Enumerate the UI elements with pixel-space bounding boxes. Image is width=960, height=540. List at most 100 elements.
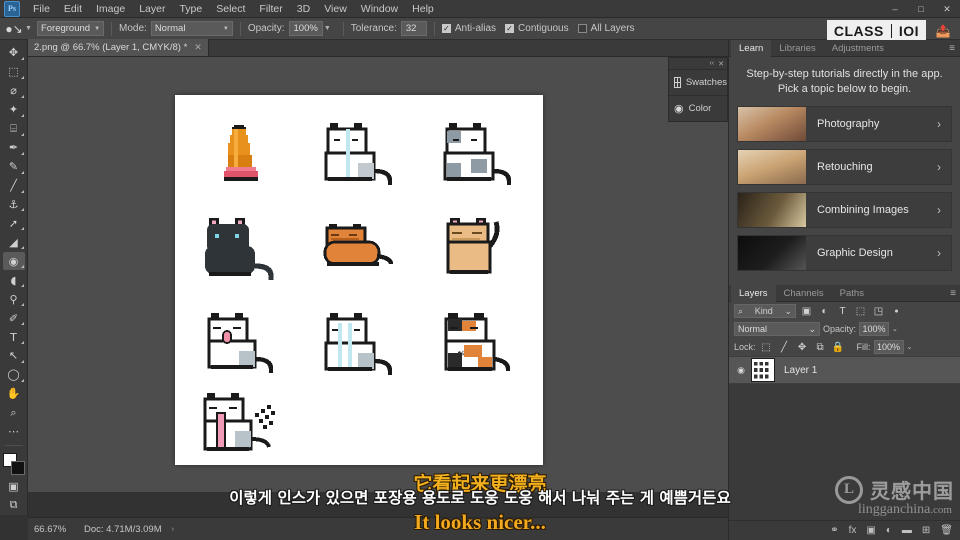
menu-item-3d[interactable]: 3D (290, 1, 317, 17)
filter-type-icon[interactable]: T (835, 304, 850, 318)
eyedropper-tool[interactable]: ✒ (3, 139, 25, 157)
layer-blend-mode-select[interactable]: Normal ⌄ (734, 322, 820, 336)
chevron-down-icon[interactable]: ⌄ (892, 325, 898, 333)
tab-adjustments[interactable]: Adjustments (824, 40, 892, 57)
panel-menu-icon[interactable]: ≡ (950, 288, 956, 299)
opacity-input[interactable]: 100% (288, 21, 323, 36)
close-icon[interactable]: ✕ (194, 42, 202, 53)
artboard[interactable]: ☙ (175, 95, 543, 465)
swatches-panel-button[interactable]: Swatches (669, 69, 727, 95)
new-layer-icon[interactable]: ⊞ (922, 525, 930, 536)
marquee-tool[interactable]: ⬚ (3, 63, 25, 81)
share-icon[interactable]: 📤 (934, 22, 952, 40)
canvas-area[interactable]: ☙ ‹‹ ✕ Swatches ◉ Color (28, 57, 728, 492)
tutorial-item-photography[interactable]: Photography › (737, 105, 952, 142)
lock-all-icon[interactable]: 🔒 (831, 340, 846, 354)
collapse-icon[interactable]: ‹‹ (709, 60, 714, 67)
menu-item-layer[interactable]: Layer (132, 1, 172, 17)
edit-toolbar-button[interactable]: ⋯ (3, 423, 25, 441)
link-layers-icon[interactable]: ⚭ (830, 525, 838, 536)
paint-bucket-icon[interactable]: ●↘ (4, 20, 24, 38)
brush-tool[interactable]: ╱ (3, 177, 25, 195)
eraser-tool[interactable]: ◢ (3, 233, 25, 251)
close-icon[interactable]: ✕ (718, 60, 724, 68)
layer-visibility-toggle-icon[interactable]: ◉ (733, 365, 749, 376)
menu-item-type[interactable]: Type (172, 1, 209, 17)
layer-style-icon[interactable]: fx (849, 525, 857, 536)
chevron-down-icon[interactable]: ⌄ (907, 343, 913, 351)
panel-menu-icon[interactable]: ≡ (949, 43, 955, 54)
dodge-tool[interactable]: ⚲ (3, 290, 25, 308)
all-layers-checkbox[interactable]: All Layers (577, 23, 635, 34)
lock-artboard-nesting-icon[interactable]: ⧉ (813, 340, 828, 354)
lasso-tool[interactable]: ⌀ (3, 82, 25, 100)
type-tool[interactable]: T (3, 328, 25, 346)
menu-item-view[interactable]: View (317, 1, 354, 17)
hand-tool[interactable]: ✋ (3, 385, 25, 403)
lock-image-pixels-icon[interactable]: ╱ (777, 340, 792, 354)
history-brush-tool[interactable]: ➚ (3, 214, 25, 232)
zoom-level[interactable]: 66.67% (34, 524, 74, 535)
menu-item-window[interactable]: Window (354, 1, 405, 17)
blend-mode-select[interactable]: Normal ▼ (150, 21, 233, 36)
filter-adjustment-icon[interactable]: ◐ (817, 304, 832, 318)
opacity-chevron-down-icon[interactable]: ▼ (324, 25, 331, 32)
layer-mask-icon[interactable]: ▣ (866, 525, 875, 536)
tab-libraries[interactable]: Libraries (771, 40, 823, 57)
filter-shape-icon[interactable]: ⬚ (853, 304, 868, 318)
document-size-info: Doc: 4.71M/3.09M (84, 523, 162, 535)
ellipse-tool[interactable]: ◯ (3, 366, 25, 384)
layer-filter-kind-select[interactable]: ⌕ Kind ⌄ (734, 304, 796, 318)
lock-transparent-pixels-icon[interactable]: ⬚ (759, 340, 774, 354)
anti-alias-checkbox[interactable]: ✓ Anti-alias (441, 23, 496, 34)
zoom-tool[interactable]: ⌕ (3, 404, 25, 422)
clone-stamp-tool[interactable]: ⚓ (3, 196, 25, 214)
menu-item-file[interactable]: File (26, 1, 57, 17)
menu-item-filter[interactable]: Filter (252, 1, 289, 17)
tool-preset-chevron-down-icon[interactable]: ▼ (25, 25, 32, 32)
healing-brush-tool[interactable]: ✎ (3, 158, 25, 176)
quick-mask-button[interactable]: ▣ (3, 477, 25, 495)
tutorial-item-combining-images[interactable]: Combining Images › (737, 191, 952, 228)
menu-item-select[interactable]: Select (209, 1, 252, 17)
minimize-button[interactable]: – (882, 0, 908, 18)
tab-paths[interactable]: Paths (832, 285, 872, 302)
delete-layer-icon[interactable]: 🗑 (940, 525, 953, 536)
tab-learn[interactable]: Learn (731, 39, 772, 57)
layer-name: Layer 1 (784, 364, 818, 376)
pen-tool[interactable]: ✐ (3, 309, 25, 327)
menu-item-help[interactable]: Help (405, 1, 441, 17)
tolerance-input[interactable]: 32 (400, 21, 427, 36)
layer-opacity-input[interactable]: 100% (859, 322, 890, 336)
lock-position-icon[interactable]: ✥ (795, 340, 810, 354)
color-swatches[interactable] (2, 452, 26, 476)
tab-layers[interactable]: Layers (731, 284, 776, 302)
fill-source-select[interactable]: Foreground ▼ (36, 21, 105, 36)
menu-item-edit[interactable]: Edit (57, 1, 89, 17)
document-tab[interactable]: 2.png @ 66.7% (Layer 1, CMYK/8) * ✕ (28, 39, 209, 56)
tab-channels[interactable]: Channels (776, 285, 832, 302)
filter-toggle-icon[interactable]: ● (889, 304, 904, 318)
adjustment-layer-icon[interactable]: ◐ (886, 525, 892, 536)
paint-bucket-tool[interactable]: ◉ (2, 252, 25, 271)
status-expand-icon[interactable]: › (172, 526, 174, 533)
tutorial-item-retouching[interactable]: Retouching › (737, 148, 952, 185)
screen-mode-button[interactable]: ⧉ (3, 496, 25, 514)
menu-item-image[interactable]: Image (89, 1, 132, 17)
path-selection-tool[interactable]: ↖ (3, 347, 25, 365)
crop-tool[interactable]: ⌸ (3, 120, 25, 138)
tutorial-item-graphic-design[interactable]: Graphic Design › (737, 234, 952, 271)
filter-pixel-icon[interactable]: ▣ (799, 304, 814, 318)
new-group-icon[interactable]: ▬ (902, 525, 912, 536)
layer-fill-input[interactable]: 100% (873, 340, 904, 354)
filter-smart-object-icon[interactable]: ◳ (871, 304, 886, 318)
close-button[interactable]: ✕ (934, 0, 960, 18)
move-tool[interactable]: ✥ (3, 44, 25, 62)
blur-tool[interactable]: ◖ (3, 271, 25, 289)
color-panel-button[interactable]: ◉ Color (669, 95, 727, 121)
quick-selection-tool[interactable]: ✦ (3, 101, 25, 119)
contiguous-checkbox[interactable]: ✓ Contiguous (505, 23, 569, 34)
layer-row[interactable]: ◉ Layer 1 (729, 356, 960, 384)
maximize-button[interactable]: □ (908, 0, 934, 18)
background-color-swatch[interactable] (10, 460, 25, 475)
